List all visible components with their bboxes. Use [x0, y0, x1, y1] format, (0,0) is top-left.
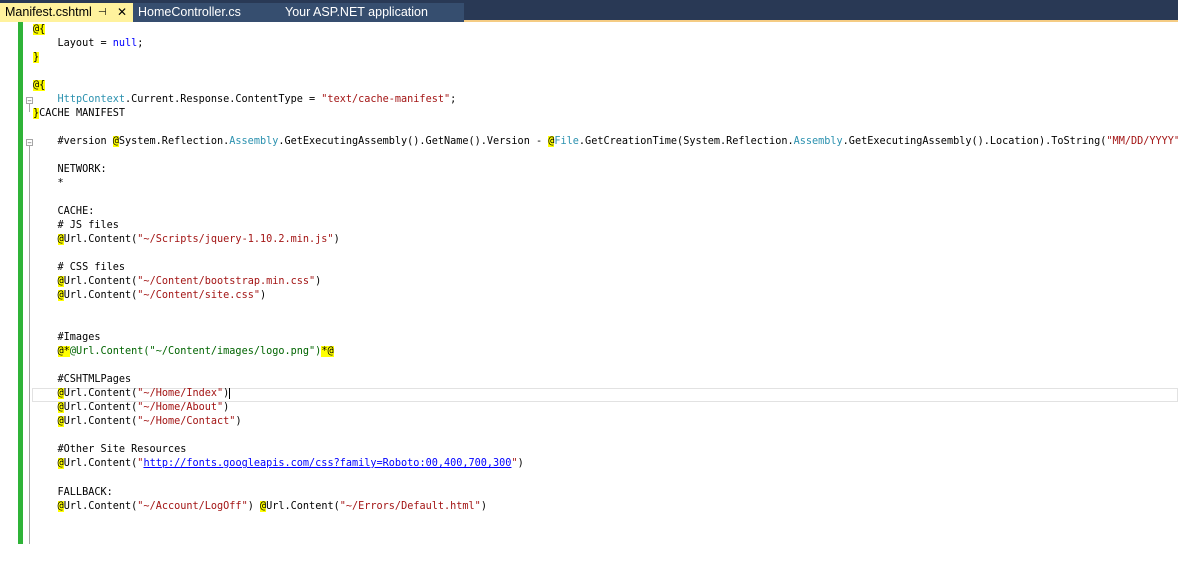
code-line: Layout = null; [33, 38, 144, 49]
code-line: @Url.Content("~/Content/bootstrap.min.cs… [57, 276, 322, 287]
code-line: @Url.Content("~/Scripts/jquery-1.10.2.mi… [57, 234, 340, 245]
code-line: @Url.Content("~/Home/Index") [57, 388, 231, 399]
outline-line [29, 104, 30, 112]
change-tracking-margin [18, 22, 23, 544]
code-line: CACHE: [33, 206, 95, 217]
code-line: NETWORK: [33, 164, 107, 175]
code-line: #Other Site Resources [33, 444, 187, 455]
code-line: @Url.Content("~/Content/site.css") [57, 290, 267, 301]
code-line: # JS files [33, 220, 119, 231]
code-line: @Url.Content("~/Home/Contact") [57, 416, 242, 427]
code-line: @Url.Content("~/Account/LogOff") @Url.Co… [57, 501, 487, 512]
code-line: @Url.Content("~/Home/About") [57, 402, 230, 413]
code-line: FALLBACK: [33, 487, 113, 498]
code-editor[interactable]: − − @{ Layout = null; } @{ HttpContext.C… [0, 22, 1178, 574]
code-line: @{ [33, 80, 46, 91]
collapse-region-icon[interactable]: − [26, 97, 33, 105]
code-line: * [33, 178, 64, 189]
text-caret [229, 388, 231, 399]
code-line: #Images [33, 332, 101, 343]
collapse-region-icon[interactable]: − [26, 139, 33, 147]
code-line: }CACHE MANIFEST [33, 108, 126, 119]
tab-manifest-cshtml[interactable]: Manifest.cshtml ⊣ ✕ [0, 3, 133, 22]
tab-label: Manifest.cshtml [5, 5, 92, 19]
tab-homecontroller-cs[interactable]: HomeController.cs [133, 3, 264, 22]
code-line: @Url.Content("http://fonts.googleapis.co… [57, 458, 524, 469]
tab-label: HomeController.cs [138, 5, 241, 19]
outline-line [29, 146, 30, 544]
pin-icon[interactable]: ⊣ [98, 3, 107, 22]
code-line: # CSS files [33, 262, 126, 273]
tab-your-aspnet-application[interactable]: Your ASP.NET application [264, 3, 464, 22]
url-link[interactable]: http://fonts.googleapis.com/css?family=R… [143, 458, 511, 469]
code-line: #CSHTMLPages [33, 374, 132, 385]
code-line: @*@Url.Content("~/Content/images/logo.pn… [57, 346, 334, 357]
code-line: #version @System.Reflection.Assembly.Get… [33, 136, 1178, 147]
tab-label: Your ASP.NET application [285, 5, 428, 19]
code-line: @{ [33, 24, 46, 35]
document-tab-bar: Manifest.cshtml ⊣ ✕ HomeController.cs Yo… [0, 0, 1178, 22]
code-line: HttpContext.Current.Response.ContentType… [57, 94, 457, 105]
code-line: } [33, 52, 40, 63]
close-icon[interactable]: ✕ [117, 3, 127, 22]
